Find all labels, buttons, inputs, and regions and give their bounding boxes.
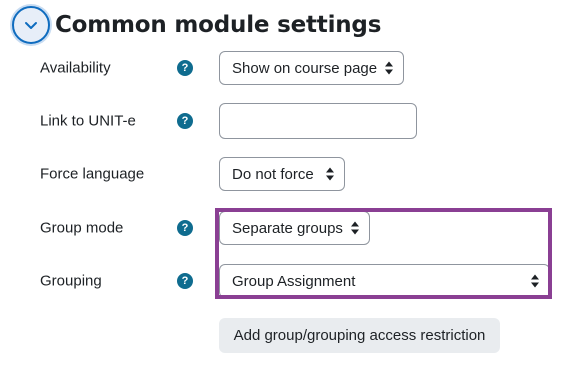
help-icon[interactable]: ?	[177, 220, 193, 236]
availability-select[interactable]: Show on course page	[219, 51, 404, 85]
highlight-annotation-box	[215, 208, 552, 299]
sort-caret-icon	[326, 167, 334, 181]
group-mode-label: Group mode	[40, 219, 124, 237]
availability-label: Availability	[40, 59, 111, 77]
help-icon[interactable]: ?	[177, 113, 193, 129]
grouping-label: Grouping	[40, 272, 102, 290]
help-icon[interactable]: ?	[177, 273, 193, 289]
link-to-unit-row: Link to UNIT-e ?	[0, 101, 561, 141]
force-language-row: Force language Do not force	[0, 154, 561, 194]
section-header: Common module settings	[12, 6, 381, 44]
sort-caret-icon	[385, 61, 393, 75]
force-language-value: Do not force	[232, 165, 314, 183]
availability-value: Show on course page	[232, 59, 378, 77]
link-to-unit-input[interactable]	[219, 103, 417, 139]
add-restriction-button[interactable]: Add group/grouping access restriction	[219, 318, 500, 353]
section-title: Common module settings	[55, 12, 382, 38]
force-language-label: Force language	[40, 165, 145, 183]
force-language-select[interactable]: Do not force	[219, 157, 345, 191]
link-to-unit-label: Link to UNIT-e	[40, 112, 136, 130]
chevron-down-icon	[25, 22, 37, 29]
help-icon[interactable]: ?	[177, 60, 193, 76]
collapse-toggle-button[interactable]	[12, 6, 50, 44]
settings-page: Common module settings Availability ? Sh…	[0, 0, 561, 365]
availability-row: Availability ? Show on course page	[0, 48, 561, 88]
